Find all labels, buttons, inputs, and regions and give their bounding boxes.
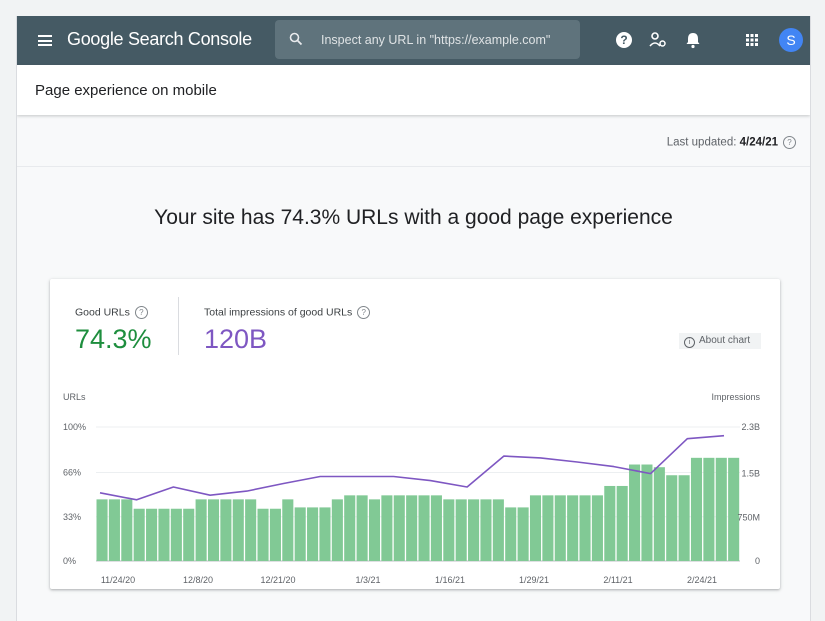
chart-bar: [220, 499, 232, 561]
chart-bar: [133, 508, 145, 561]
right-axis-tick: 2.3B: [741, 422, 760, 432]
chart-bar: [356, 495, 368, 561]
x-axis-label: 12/21/20: [260, 575, 295, 585]
chart-bar: [604, 485, 616, 561]
x-axis-label: 1/29/21: [519, 575, 549, 585]
app-bar: Google Search Console ?: [17, 16, 810, 65]
chart-bar: [629, 464, 641, 561]
chart-bar: [492, 499, 504, 561]
chart-bar: [616, 485, 628, 561]
chart-bar: [158, 508, 170, 561]
right-axis-title: Impressions: [711, 392, 760, 402]
chart-bar: [381, 495, 393, 561]
x-axis-label: 1/3/21: [355, 575, 380, 585]
chart-bar: [653, 467, 665, 561]
chart-bar: [703, 457, 715, 561]
chart-bar: [344, 495, 356, 561]
chart-bar: [678, 475, 690, 561]
chart-bar: [393, 495, 405, 561]
menu-icon[interactable]: [38, 35, 52, 46]
left-axis-tick: 66%: [63, 468, 81, 478]
chart-bar: [591, 495, 603, 561]
account-settings-icon[interactable]: [648, 30, 668, 50]
chart-bar: [728, 457, 740, 561]
chart-bar: [406, 495, 418, 561]
search-input[interactable]: [319, 29, 573, 51]
chart-bar: [294, 507, 306, 561]
x-axis-label: 2/11/21: [603, 575, 632, 585]
chart-bar: [468, 499, 480, 561]
console-window: Google Search Console ?: [16, 16, 811, 621]
chart-bar: [443, 499, 455, 561]
last-updated-help-icon[interactable]: ?: [783, 136, 796, 149]
x-axis-label: 2/24/21: [687, 575, 717, 585]
chart-bar: [269, 508, 281, 561]
chart-bar: [666, 475, 678, 561]
chart-bar: [641, 464, 653, 561]
svg-text:?: ?: [620, 33, 627, 47]
chart-bar: [257, 508, 269, 561]
last-updated-date: 4/24/21: [739, 136, 778, 149]
chart-bar: [146, 508, 158, 561]
left-axis-tick: 100%: [63, 422, 86, 432]
chart-bar: [517, 507, 529, 561]
notifications-bell-icon[interactable]: [683, 30, 703, 50]
chart-bar: [96, 499, 108, 561]
chart-bar: [529, 495, 542, 561]
chart-bar: [319, 507, 331, 561]
chart-bar: [418, 495, 430, 561]
left-axis-title: URLs: [63, 392, 86, 402]
left-axis-tick: 0%: [63, 556, 76, 566]
right-axis-tick: 750M: [737, 512, 760, 522]
chart-bar: [207, 499, 220, 561]
chart-bar: [195, 499, 207, 561]
right-axis-tick: 0: [755, 556, 760, 566]
apps-grid-icon[interactable]: [742, 30, 762, 50]
chart-bar: [480, 499, 492, 561]
url-inspection-search[interactable]: [275, 20, 580, 59]
chart-bar: [183, 508, 195, 561]
summary-card: Good URLs? 74.3% Total impressions of go…: [50, 279, 780, 589]
chart-bar: [567, 495, 579, 561]
chart-bar: [455, 499, 467, 561]
chart-bar: [690, 457, 703, 561]
chart-bar: [505, 507, 517, 561]
chart-bar: [232, 499, 244, 561]
page-experience-chart: URLs Impressions 100% 66% 33% 0% 2.3B 1.5B 750…: [63, 392, 761, 585]
x-axis-label: 11/24/20: [101, 575, 135, 585]
chart-bar: [579, 495, 591, 561]
chart-bar: [331, 499, 343, 561]
chart-bar: [554, 495, 566, 561]
chart-bar: [282, 499, 294, 561]
x-axis-label: 12/8/20: [183, 575, 213, 585]
page-title: Page experience on mobile: [35, 82, 217, 99]
chart-bar: [121, 499, 133, 561]
chart-bar: [715, 457, 727, 561]
chart-bar: [170, 508, 182, 561]
divider: [17, 166, 810, 167]
chart-bar: [368, 499, 381, 561]
brand-logo[interactable]: Google Search Console: [67, 29, 252, 50]
chart-bar: [245, 499, 257, 561]
search-icon: [289, 32, 303, 46]
last-updated-label: Last updated:: [666, 136, 737, 149]
right-axis-tick: 1.5B: [741, 469, 760, 479]
left-axis-tick: 33%: [63, 512, 81, 522]
last-updated: Last updated: 4/24/21?: [667, 136, 796, 149]
help-icon[interactable]: ?: [614, 30, 634, 50]
chart-bar: [108, 499, 120, 561]
page-title-bar: Page experience on mobile: [17, 65, 810, 115]
account-avatar[interactable]: S: [779, 28, 803, 52]
chart-bar: [542, 495, 554, 561]
x-axis-label: 1/16/21: [435, 575, 465, 585]
chart-bar: [307, 507, 319, 561]
page-headline: Your site has 74.3% URLs with a good pag…: [154, 206, 673, 229]
chart-bar: [430, 495, 442, 561]
